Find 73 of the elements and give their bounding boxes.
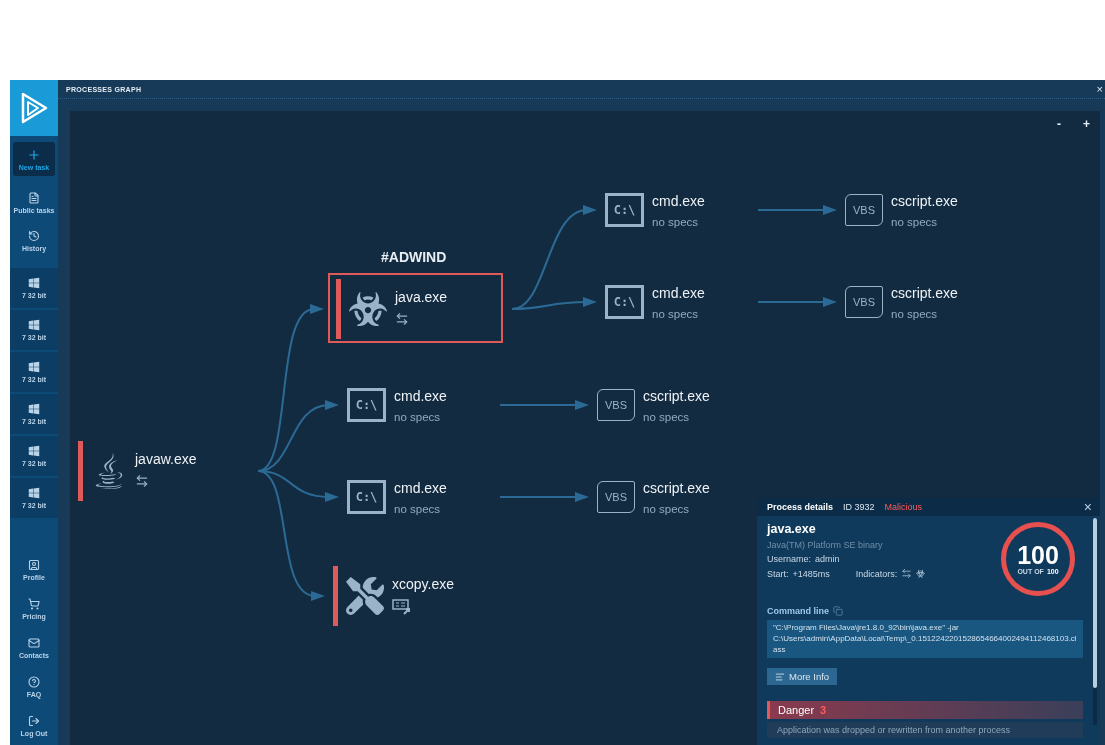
process-name[interactable]: cscript.exe [643,480,710,496]
process-specs: no specs [394,411,442,423]
panel-title: Process details [767,502,834,512]
cart-icon [28,597,40,610]
process-name[interactable]: xcopy.exe [392,576,454,592]
plus-icon [27,147,41,162]
help-icon [28,675,40,688]
executable-file-icon [392,599,412,615]
score-value: 100 [1017,543,1059,568]
script-badge: VBS [597,389,635,421]
process-specs: no specs [643,503,691,515]
field-label: Indicators: [855,568,898,579]
document-icon [28,192,40,204]
console-badge: C:\ [605,193,644,227]
console-badge: C:\ [347,480,386,514]
logo-icon [19,91,49,125]
zoom-button[interactable]: + [1081,117,1092,131]
windows-icon [28,361,40,373]
process-specs: no specs [891,308,939,320]
exchange-arrows-icon [901,568,913,579]
process-name[interactable]: cscript.exe [891,285,958,301]
windows-icon [28,445,40,457]
script-badge: VBS [597,481,635,513]
script-badge: VBS [845,194,883,226]
section-title: Command line [767,606,829,616]
node-tag: #ADWIND [381,249,447,265]
process-name[interactable]: java.exe [395,289,448,305]
process-specs: no specs [394,503,442,515]
exchange-arrows-icon [135,474,149,488]
process-id: ID 3932 [843,502,875,512]
process-name[interactable]: cmd.exe [394,480,447,496]
process-description: Java(TM) Platform SE binary [767,540,884,550]
biohazard-icon [916,569,926,578]
process-name[interactable]: cmd.exe [652,193,705,209]
danger-label: Danger [778,704,815,717]
logout-icon [28,714,40,727]
scrollbar[interactable] [1093,518,1097,725]
zoom-button[interactable]: - [1055,117,1063,131]
close-button[interactable]: × [1094,83,1105,95]
exchange-arrows-icon [395,312,409,326]
process-name[interactable]: cscript.exe [891,193,958,209]
windows-icon [28,403,40,415]
process-specs: no specs [652,216,700,228]
verdict-label: Malicious [884,502,923,512]
field-value: admin [815,554,840,564]
process-name[interactable]: cmd.exe [652,285,705,301]
danger-item: Application was dropped or rewritten from another process [767,722,1083,739]
process-specs: no specs [652,308,700,320]
windows-icon [28,277,40,289]
console-badge: C:\ [347,388,386,422]
close-button[interactable]: × [1083,500,1092,514]
windows-icon [28,319,40,331]
process-specs: no specs [643,411,691,423]
danger-count: 3 [820,704,827,717]
more-info-button[interactable]: More Info [767,668,838,686]
process-name[interactable]: cmd.exe [394,388,447,404]
mail-icon [28,636,40,649]
windows-icon [28,487,40,499]
history-icon [28,230,40,242]
script-badge: VBS [845,286,883,318]
profile-icon [28,558,40,571]
biohazard-icon [349,290,387,328]
field-label: Username: [767,554,811,564]
process-name[interactable]: javaw.exe [135,451,197,467]
process-specs: no specs [891,216,939,228]
console-badge: C:\ [605,285,644,319]
process-name[interactable]: cscript.exe [643,388,710,404]
field-value: +1485ms [792,568,830,579]
list-icon [775,671,785,682]
command-line-text: "C:\Program Files\Java\jre1.8.0_92\bin\java.exe" -jar C:\Users\admin\AppData\Local\Temp\_0.1512242201528654664002494112468103.class [767,620,1083,659]
process-name: java.exe [767,522,817,536]
field-label: Start: [767,568,789,579]
tools-icon [346,577,384,615]
